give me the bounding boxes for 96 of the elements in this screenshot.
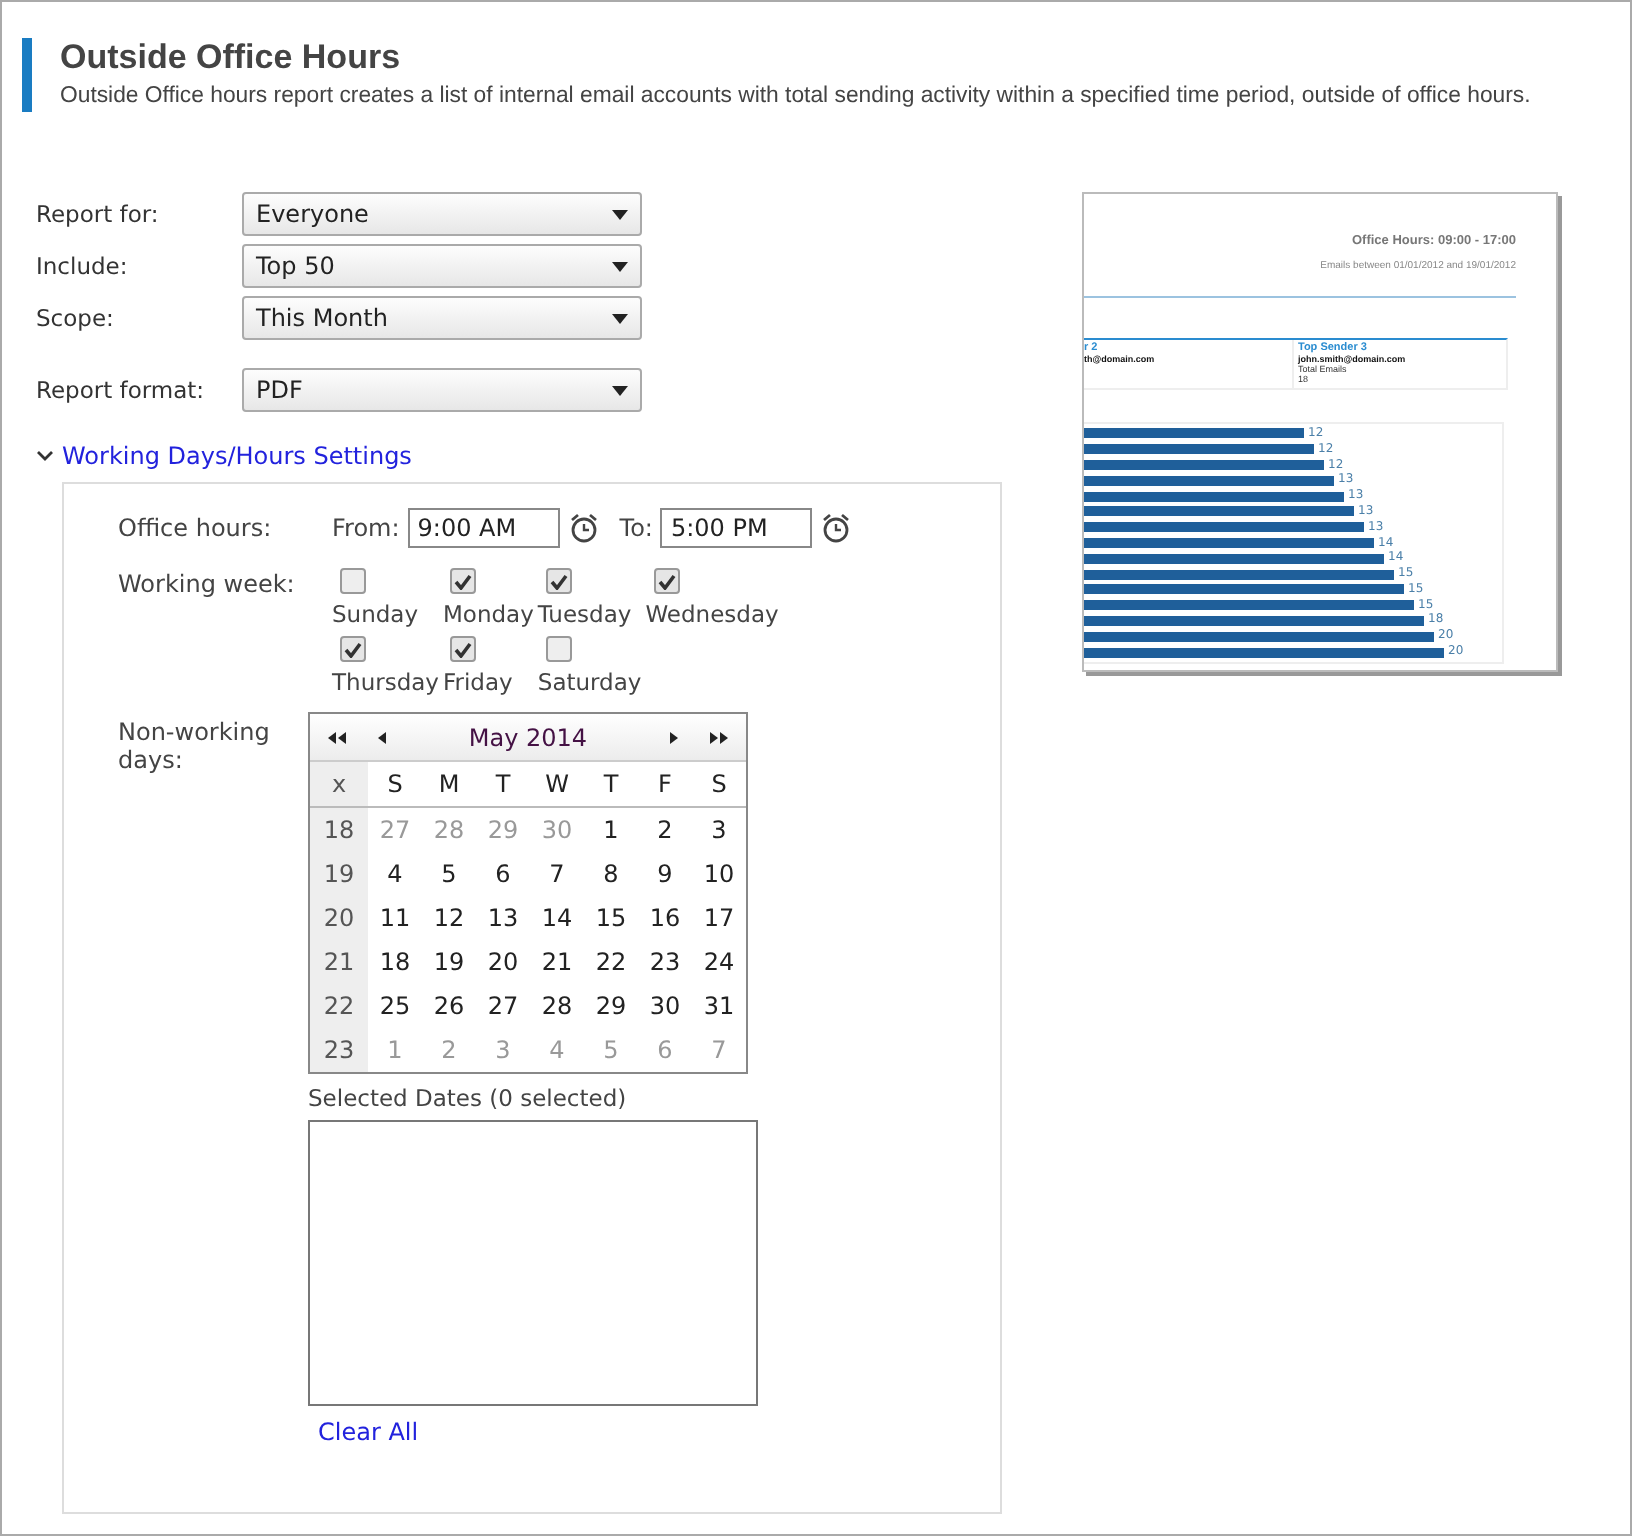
- checkbox[interactable]: [340, 636, 366, 662]
- dropdown[interactable]: Everyone: [242, 192, 642, 236]
- checkbox-label: Sunday: [332, 600, 419, 628]
- check-icon: [549, 573, 568, 589]
- calendar-day[interactable]: 3: [692, 808, 746, 852]
- calendar-day[interactable]: 29: [584, 984, 638, 1028]
- calendar-day[interactable]: 11: [368, 896, 422, 940]
- clock-icon: [820, 512, 853, 544]
- weekday-header: W: [530, 762, 584, 808]
- calendar-day[interactable]: 1: [584, 808, 638, 852]
- dropdown[interactable]: Top 50: [242, 244, 642, 288]
- page-title: Outside Office Hours: [60, 38, 403, 78]
- calendar-day[interactable]: 9: [638, 852, 692, 896]
- checkbox-label: Friday: [442, 668, 513, 696]
- checkbox[interactable]: [545, 568, 572, 594]
- calendar-day[interactable]: 19: [422, 940, 476, 984]
- calendar-day[interactable]: 7: [530, 852, 584, 896]
- caret-icon: [612, 313, 628, 323]
- clear-all-link[interactable]: Clear All: [318, 1418, 419, 1446]
- from-label: From:: [332, 514, 400, 542]
- double-left-arrow-icon[interactable]: [326, 729, 348, 745]
- field-label: Scope:: [36, 304, 116, 332]
- calendar-day[interactable]: 12: [422, 896, 476, 940]
- weekday-header: S: [692, 762, 746, 808]
- dropdown[interactable]: This Month: [242, 296, 642, 340]
- checkbox-label: Tuesday: [537, 600, 632, 628]
- checkbox-label: Wednesday: [645, 600, 779, 628]
- dropdown[interactable]: PDF: [242, 368, 642, 412]
- left-arrow-icon[interactable]: [376, 729, 388, 745]
- field-label: Report for:: [36, 200, 161, 228]
- calendar-day[interactable]: 8: [584, 852, 638, 896]
- checkbox-label: Saturday: [537, 668, 642, 696]
- check-icon: [454, 641, 473, 657]
- caret-icon: [612, 209, 628, 219]
- page-description: Outside Office hours report creates a list of internal email accounts with total sending activity within a specified time period, outside of office hours.: [60, 84, 1533, 108]
- check-icon: [454, 573, 473, 589]
- calendar-day[interactable]: 14: [530, 896, 584, 940]
- calendar-day[interactable]: 26: [422, 984, 476, 1028]
- right-arrow-icon[interactable]: [668, 729, 680, 745]
- check-icon: [657, 573, 676, 589]
- selected-dates-label: Selected Dates (0 selected): [308, 1084, 627, 1112]
- settings-link[interactable]: Working Days/Hours Settings: [62, 442, 412, 470]
- week-number: 20: [310, 896, 368, 940]
- week-number: 21: [310, 940, 368, 984]
- checkbox[interactable]: [450, 568, 477, 594]
- to-label: To:: [619, 514, 653, 542]
- calendar-day[interactable]: 4: [368, 852, 422, 896]
- time-input[interactable]: 9:00 AM: [407, 508, 560, 548]
- field-label: Report format:: [36, 376, 207, 404]
- week-number: 19: [310, 852, 368, 896]
- calendar-day[interactable]: 16: [638, 896, 692, 940]
- double-right-arrow-icon[interactable]: [708, 729, 730, 745]
- week-number: 23: [310, 1028, 368, 1072]
- calendar-day[interactable]: 24: [692, 940, 746, 984]
- field-label: Include:: [36, 252, 130, 280]
- calendar-day[interactable]: 18: [368, 940, 422, 984]
- calendar-day[interactable]: 23: [638, 940, 692, 984]
- checkbox-label: Thursday: [332, 668, 439, 696]
- week-number: 18: [310, 808, 368, 852]
- field-label: Non-working days:: [118, 716, 272, 778]
- week-number: 22: [310, 984, 368, 1028]
- checkbox[interactable]: [545, 636, 572, 662]
- calendar-day[interactable]: 22: [584, 940, 638, 984]
- month-title: May 2014: [466, 723, 590, 751]
- weekday-header: M: [422, 762, 476, 808]
- clock-icon: [567, 512, 600, 544]
- calendar-day[interactable]: 15: [584, 896, 638, 940]
- field-label: Office hours:: [118, 512, 274, 546]
- checkbox[interactable]: [340, 568, 366, 594]
- calendar-day[interactable]: 5: [422, 852, 476, 896]
- field-label: Working week:: [118, 568, 297, 602]
- check-icon: [344, 641, 362, 657]
- weekday-header: F: [638, 762, 692, 808]
- caret-icon: [612, 261, 628, 271]
- calendar-day[interactable]: 6: [476, 852, 530, 896]
- calendar-day[interactable]: 27: [476, 984, 530, 1028]
- caret-icon: [612, 385, 628, 395]
- calendar-day[interactable]: 20: [476, 940, 530, 984]
- calendar-day[interactable]: 13: [476, 896, 530, 940]
- calendar-day[interactable]: 31: [692, 984, 746, 1028]
- time-input[interactable]: 5:00 PM: [660, 508, 813, 548]
- calendar-day[interactable]: 17: [692, 896, 746, 940]
- calendar-day[interactable]: 10: [692, 852, 746, 896]
- calendar-day[interactable]: 30: [638, 984, 692, 1028]
- weekday-header: x: [310, 762, 368, 808]
- selected-dates-list[interactable]: [308, 1120, 758, 1406]
- checkbox[interactable]: [450, 636, 477, 662]
- checkbox-label: Monday: [442, 600, 534, 628]
- checkbox[interactable]: [653, 568, 680, 594]
- weekday-header: S: [368, 762, 422, 808]
- calendar-day[interactable]: 21: [530, 940, 584, 984]
- weekday-header: T: [476, 762, 530, 808]
- calendar-day[interactable]: 25: [368, 984, 422, 1028]
- calendar-day[interactable]: 2: [638, 808, 692, 852]
- weekday-header: T: [584, 762, 638, 808]
- calendar-day[interactable]: 28: [530, 984, 584, 1028]
